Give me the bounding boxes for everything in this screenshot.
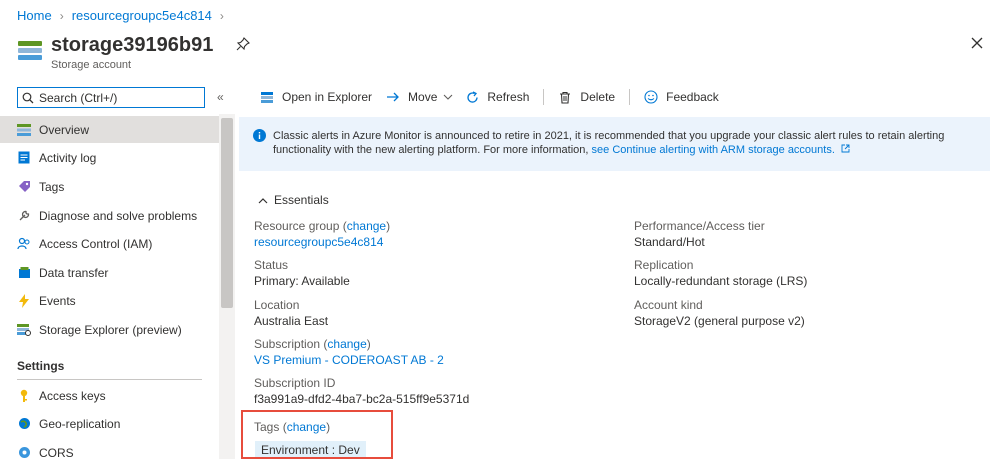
performance-value: Standard/Hot	[634, 235, 705, 249]
open-in-explorer-button[interactable]: Open in Explorer	[260, 90, 372, 104]
storage-account-icon	[18, 41, 42, 61]
collapse-sidebar-icon[interactable]: «	[217, 90, 224, 104]
sidebar-item-geo-replication[interactable]: Geo-replication	[0, 410, 219, 437]
resource-group-label-text: Resource group	[254, 219, 340, 233]
sidebar-item-label: Activity log	[39, 150, 97, 165]
sidebar-scrollbar-thumb[interactable]	[221, 118, 233, 308]
sidebar: « Overview Activity log Tags Diagnose an…	[0, 82, 235, 459]
tag-icon	[17, 180, 31, 194]
toolbar-separator	[543, 89, 545, 105]
sidebar-item-tags[interactable]: Tags	[0, 173, 219, 200]
sidebar-item-diagnose[interactable]: Diagnose and solve problems	[0, 202, 219, 229]
refresh-button[interactable]: Refresh	[465, 90, 529, 104]
command-bar: Open in Explorer Move Refresh Delete Fee…	[260, 86, 719, 108]
feedback-button[interactable]: Feedback	[644, 90, 719, 104]
storage-explorer-icon	[17, 323, 31, 337]
pin-icon[interactable]	[236, 37, 250, 51]
lightning-icon	[17, 293, 31, 308]
search-icon	[22, 92, 34, 103]
sidebar-item-iam[interactable]: Access Control (IAM)	[0, 230, 219, 257]
location-label: Location	[254, 298, 300, 312]
settings-section-heading: Settings	[17, 359, 65, 373]
subscription-value-link[interactable]: VS Premium - CODEROAST AB - 2	[254, 353, 444, 367]
sidebar-item-label: Tags	[39, 179, 65, 194]
close-icon[interactable]	[970, 36, 984, 50]
sidebar-item-data-transfer[interactable]: Data transfer	[0, 259, 219, 286]
external-link-icon	[841, 144, 850, 153]
refresh-icon	[465, 90, 479, 104]
page-title: storage39196b91	[51, 34, 214, 56]
sidebar-item-activity-log[interactable]: Activity log	[0, 144, 219, 171]
info-banner: Classic alerts in Azure Monitor is annou…	[239, 117, 990, 171]
chevron-down-icon	[444, 94, 453, 100]
sidebar-item-overview[interactable]: Overview	[0, 116, 219, 143]
chevron-right-icon: ›	[59, 8, 64, 23]
arrow-right-icon	[386, 90, 400, 104]
sidebar-item-label: Geo-replication	[39, 416, 121, 431]
chevron-right-icon: ›	[219, 8, 224, 23]
activity-log-icon	[17, 151, 31, 165]
sidebar-item-label: Data transfer	[39, 265, 109, 280]
status-label: Status	[254, 258, 289, 272]
breadcrumb-resource-group-link[interactable]: resourcegroupc5e4c814	[72, 8, 212, 23]
resource-group-change-link[interactable]: change	[347, 219, 386, 233]
account-kind-value: StorageV2 (general purpose v2)	[634, 314, 805, 328]
move-button[interactable]: Move	[386, 90, 453, 104]
location-value: Australia East	[254, 314, 329, 328]
sidebar-item-label: Events	[39, 293, 76, 308]
sidebar-item-label: Storage Explorer (preview)	[39, 322, 182, 337]
delete-button[interactable]: Delete	[558, 90, 615, 104]
sidebar-item-cors[interactable]: CORS	[0, 439, 219, 459]
replication-label: Replication	[634, 258, 694, 272]
wrench-icon	[17, 209, 31, 223]
open-in-explorer-label: Open in Explorer	[282, 90, 373, 104]
data-transfer-icon	[17, 266, 31, 280]
feedback-label: Feedback	[666, 90, 719, 104]
subscription-label-text: Subscription	[254, 337, 321, 351]
highlight-box	[241, 410, 393, 459]
breadcrumb-home-link[interactable]: Home	[17, 8, 52, 23]
people-icon	[17, 237, 31, 251]
essentials-toggle[interactable]: Essentials	[258, 193, 329, 207]
subscription-id-label: Subscription ID	[254, 376, 336, 390]
resource-group-value-link[interactable]: resourcegroupc5e4c814	[254, 235, 383, 249]
refresh-label: Refresh	[487, 90, 530, 104]
move-label: Move	[408, 90, 438, 104]
status-value: Primary: Available	[254, 274, 350, 288]
sidebar-item-access-keys[interactable]: Access keys	[0, 382, 219, 409]
delete-label: Delete	[580, 90, 616, 104]
account-kind-label: Account kind	[634, 298, 703, 312]
overview-icon	[17, 123, 31, 137]
smiley-icon	[644, 90, 658, 104]
banner-text: Classic alerts in Azure Monitor is annou…	[273, 129, 973, 157]
chevron-up-icon	[258, 197, 268, 203]
subscription-id-value: f3a991a9-dfd2-4ba7-bc2a-515ff9e5371d	[254, 392, 470, 406]
subscription-label: Subscription (change)	[254, 337, 371, 351]
essentials-heading: Essentials	[274, 193, 329, 207]
page-subtitle: Storage account	[51, 59, 132, 71]
explorer-icon	[260, 90, 274, 104]
sidebar-item-storage-explorer[interactable]: Storage Explorer (preview)	[0, 316, 219, 343]
trash-icon	[558, 90, 572, 104]
banner-link[interactable]: see Continue alerting with ARM storage a…	[592, 144, 835, 156]
info-icon	[253, 129, 266, 142]
globe-icon	[17, 417, 31, 431]
sidebar-item-label: Diagnose and solve problems	[39, 208, 198, 223]
key-icon	[17, 389, 31, 403]
search-box[interactable]	[17, 87, 205, 108]
resource-group-label: Resource group (change)	[254, 219, 391, 233]
divider	[17, 379, 202, 380]
sidebar-item-label: Access keys	[39, 388, 106, 403]
sidebar-item-label: Access Control (IAM)	[39, 236, 153, 251]
search-input[interactable]	[39, 90, 199, 105]
breadcrumb: Home › resourcegroupc5e4c814 ›	[17, 8, 232, 23]
sidebar-item-label: CORS	[39, 445, 74, 459]
subscription-change-link[interactable]: change	[327, 337, 366, 351]
cors-icon	[17, 446, 31, 459]
sidebar-item-label: Overview	[39, 122, 90, 137]
toolbar-separator	[629, 89, 631, 105]
performance-label: Performance/Access tier	[634, 219, 765, 233]
replication-value: Locally-redundant storage (LRS)	[634, 274, 808, 288]
sidebar-item-events[interactable]: Events	[0, 287, 219, 314]
